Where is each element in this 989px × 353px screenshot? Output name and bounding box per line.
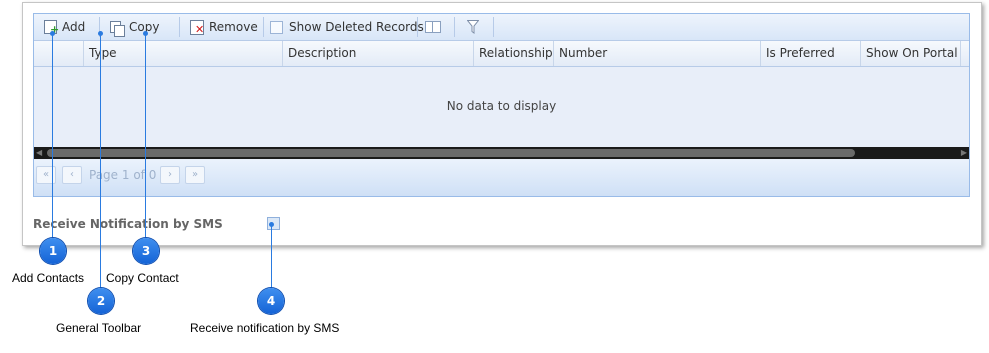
show-deleted-label: Show Deleted Records [289, 20, 424, 34]
show-deleted-checkbox[interactable] [270, 20, 283, 34]
filter-icon [467, 20, 479, 34]
callout-text-2: General Toolbar [56, 321, 142, 335]
column-header-indicator [34, 41, 84, 66]
toolbar-separator [179, 17, 180, 37]
toolbar-separator [454, 17, 455, 37]
column-chooser-button[interactable] [425, 14, 441, 40]
contacts-panel: Add Copy Remove Show Deleted Records [22, 2, 982, 246]
callout-anchor-3 [143, 31, 148, 36]
callout-anchor-4 [269, 222, 274, 227]
remove-icon [190, 19, 204, 36]
callout-anchor-1 [50, 31, 55, 36]
callout-badge-4: 4 [258, 288, 284, 314]
copy-icon [110, 21, 125, 37]
add-button-label: Add [62, 20, 86, 34]
scrollbar-thumb[interactable] [47, 149, 855, 157]
grid-header: Type Description Relationship Number Is … [34, 41, 969, 67]
next-page-button[interactable]: › [160, 166, 180, 184]
general-toolbar: Add Copy Remove Show Deleted Records [34, 14, 969, 41]
callout-line-1 [52, 33, 53, 238]
add-button[interactable]: Add [44, 14, 85, 40]
toolbar-separator [417, 17, 418, 37]
callout-badge-2: 2 [88, 288, 114, 314]
filter-button[interactable] [467, 14, 479, 40]
contacts-grid: Add Copy Remove Show Deleted Records [33, 13, 970, 197]
column-header-description[interactable]: Description [283, 41, 474, 66]
pager: « ‹ Page 1 of 0 › » [34, 160, 969, 196]
toolbar-separator [493, 17, 494, 37]
copy-button[interactable]: Copy [110, 14, 159, 40]
first-page-button[interactable]: « [36, 166, 56, 184]
column-header-type[interactable]: Type [84, 41, 283, 66]
last-page-button[interactable]: » [185, 166, 205, 184]
column-header-show-on-portal[interactable]: Show On Portal [861, 41, 961, 66]
callout-text-1: Add Contacts [12, 271, 85, 285]
empty-grid-message: No data to display [446, 99, 557, 113]
callout-line-4 [271, 224, 272, 288]
callout-text-3: Copy Contact [106, 271, 179, 285]
callout-badge-1: 1 [40, 238, 66, 264]
column-header-number[interactable]: Number [554, 41, 761, 66]
callout-anchor-2 [98, 31, 103, 36]
columns-icon [425, 21, 441, 33]
remove-button-label: Remove [209, 20, 258, 34]
remove-button[interactable]: Remove [190, 14, 258, 40]
column-header-is-preferred[interactable]: Is Preferred [761, 41, 861, 66]
scroll-right-icon[interactable]: ▶ [961, 147, 967, 159]
callout-line-3 [145, 33, 146, 238]
toolbar-separator [263, 17, 264, 37]
callout-text-4: Receive notification by SMS [190, 321, 340, 335]
callout-line-2 [100, 33, 101, 288]
callout-badge-3: 3 [133, 238, 159, 264]
horizontal-scrollbar[interactable]: ◀ ▶ [34, 147, 969, 159]
previous-page-button[interactable]: ‹ [62, 166, 82, 184]
scroll-left-icon[interactable]: ◀ [36, 147, 42, 159]
show-deleted-records-toggle[interactable]: Show Deleted Records [270, 14, 424, 40]
column-header-relationship[interactable]: Relationship [474, 41, 554, 66]
receive-sms-label: Receive Notification by SMS [33, 217, 223, 231]
